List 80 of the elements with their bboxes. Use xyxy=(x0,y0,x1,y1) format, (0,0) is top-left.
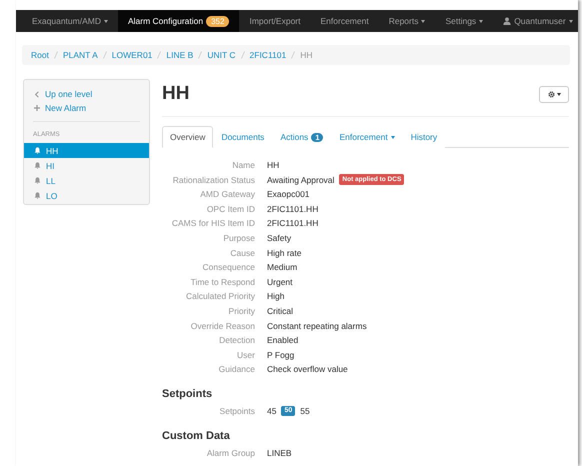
field-value: Medium xyxy=(267,261,298,274)
tab[interactable]: Overview xyxy=(162,126,214,148)
field-label: Name xyxy=(231,159,255,172)
section-heading: Custom Data xyxy=(162,430,231,442)
breadcrumb-link[interactable]: PLANT A xyxy=(62,50,98,60)
sidebar-link[interactable]: New Alarm xyxy=(24,101,149,115)
user-menu[interactable]: Quantumuser xyxy=(493,10,578,32)
field-label: OPC Item ID xyxy=(206,202,255,216)
sidebar-link[interactable]: Up one level xyxy=(24,87,149,101)
field-label: Alarm Group xyxy=(206,446,255,460)
field-value: Awaiting Approval xyxy=(267,174,334,187)
field-value: 2FIC1101.HH xyxy=(267,202,318,216)
section-heading: Setpoints xyxy=(162,388,214,400)
plus-icon xyxy=(34,105,40,111)
field-label: User xyxy=(236,348,255,362)
alarm-item[interactable]: HI xyxy=(24,158,149,173)
field-value: HH xyxy=(267,159,280,172)
field-value: 2FIC1101.HH xyxy=(267,217,318,230)
field-value: LINEB xyxy=(267,446,292,460)
chevron-left-icon xyxy=(34,90,40,98)
setpoint-value: 45 xyxy=(267,404,276,418)
page-title: HH xyxy=(162,83,190,105)
settings-button[interactable] xyxy=(539,86,569,102)
field-label: Time to Respond xyxy=(190,276,255,289)
field-value: Exaopc001 xyxy=(267,188,310,202)
breadcrumb-link[interactable]: LOWER01 xyxy=(112,50,152,60)
alarm-item[interactable]: LO xyxy=(24,188,149,203)
nav-item[interactable]: Reports xyxy=(378,10,436,32)
field-label: Consequence xyxy=(202,261,255,274)
nav-item[interactable]: Settings xyxy=(435,10,494,32)
field-label: AMD Gateway xyxy=(199,188,255,202)
nav-item[interactable]: Import/Export xyxy=(239,10,310,32)
field-value: Urgent xyxy=(267,276,293,289)
field-value: Critical xyxy=(267,304,293,318)
field-label: Purpose xyxy=(222,232,255,245)
field-label: Priority xyxy=(228,304,255,318)
settings-icon xyxy=(548,90,554,98)
field-value: Constant repeating alarms xyxy=(267,320,367,333)
caret-icon xyxy=(104,20,108,22)
breadcrumb-link[interactable]: HH xyxy=(300,50,313,60)
field-label: Override Reason xyxy=(190,320,255,333)
user-icon xyxy=(503,17,512,25)
nav-item[interactable]: Alarm Configuration 352 xyxy=(118,10,240,32)
breadcrumb-link[interactable]: UNIT C xyxy=(207,50,236,60)
setpoint-value: 55 xyxy=(300,404,310,418)
breadcrumb-link[interactable]: 2FIC1101 xyxy=(250,50,286,60)
caret-icon xyxy=(421,20,426,22)
count-badge: 352 xyxy=(206,16,230,26)
field-label: Detection xyxy=(218,334,255,348)
field-value: Safety xyxy=(267,232,292,245)
alarm-item[interactable]: LL xyxy=(24,173,149,188)
field-label: Guidance xyxy=(218,363,255,376)
slash-separator-icon xyxy=(102,51,107,59)
field-label: Calculated Priority xyxy=(185,290,255,304)
field-value: High xyxy=(267,290,284,304)
bell-icon xyxy=(34,162,41,169)
alarm-item[interactable]: HH xyxy=(24,143,149,158)
breadcrumb-link[interactable]: LINE B xyxy=(166,50,194,60)
field-label: Cause xyxy=(229,246,255,260)
field-value: P Fogg xyxy=(267,348,294,362)
slash-separator-icon xyxy=(54,51,58,59)
caret-icon xyxy=(479,20,484,22)
field-label: CAMS for HIS Item ID xyxy=(170,217,255,230)
bell-icon xyxy=(34,177,41,184)
bell-icon xyxy=(34,147,41,154)
slash-separator-icon xyxy=(198,51,202,59)
breadcrumb-link[interactable]: Root xyxy=(31,50,49,60)
field-label: Setpoints xyxy=(218,404,255,418)
caret-icon xyxy=(556,92,560,96)
bell-icon xyxy=(34,192,41,199)
slash-separator-icon xyxy=(240,51,245,59)
field-label: Rationalization Status xyxy=(172,174,255,187)
nav-item[interactable]: Exaquantum/AMD xyxy=(22,10,118,32)
field-value: Check overflow value xyxy=(267,363,348,376)
nav-item[interactable]: Enforcement xyxy=(310,10,379,32)
caret-icon xyxy=(568,20,573,22)
slash-separator-icon xyxy=(291,51,296,59)
field-value: High rate xyxy=(267,246,302,260)
slash-separator-icon xyxy=(157,51,162,59)
field-value: Enabled xyxy=(267,334,298,348)
